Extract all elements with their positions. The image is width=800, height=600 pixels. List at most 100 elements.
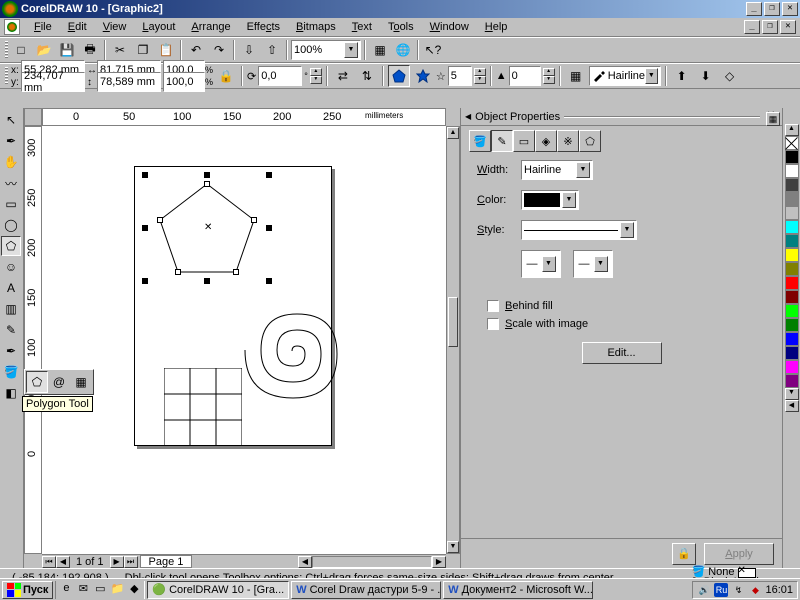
outline-tab[interactable]: ✎ [491,130,513,152]
last-page-button[interactable]: ⏭ [124,556,138,568]
start-arrow-select[interactable]: —▼ [521,250,561,278]
scroll-thumb[interactable] [448,297,458,347]
task-coreldraw[interactable]: 🟢CorelDRAW 10 - [Gra... [147,581,289,599]
hscroll-left[interactable]: ◀ [298,556,312,568]
copy-button[interactable]: ❐ [132,39,154,61]
undo-button[interactable]: ↶ [185,39,207,61]
start-button[interactable]: Пуск [2,581,53,599]
polygon-flyout-tool[interactable]: ⬠ [26,371,48,393]
color-swatch[interactable] [785,248,799,262]
horizontal-ruler[interactable]: 050100150200250millimeters [42,108,446,126]
lock-button[interactable]: 🔒 [672,543,696,565]
print-button[interactable]: 🖶 [79,39,101,61]
scroll-down-button[interactable]: ▼ [447,541,459,553]
color-swatch[interactable] [785,318,799,332]
fill-tab[interactable]: 🪣 [469,130,491,152]
rotation-input[interactable]: 0,0 [258,66,302,86]
menu-effects[interactable]: Effects [239,19,288,35]
next-page-button[interactable]: ▶ [110,556,124,568]
tray-app1-icon[interactable]: ↯ [731,583,745,597]
scale-y-input[interactable]: 100,0 [163,72,205,92]
polygon-tab[interactable]: ⬠ [579,130,601,152]
wrap-text-button[interactable]: ▦ [565,65,587,87]
graph-paper-flyout-tool[interactable]: ▦ [70,371,92,393]
color-swatch[interactable] [785,150,799,164]
scale-image-checkbox[interactable] [487,318,499,330]
color-swatch[interactable] [785,304,799,318]
outline-width-combo[interactable]: Hairline ▼ [589,66,661,86]
end-arrow-select[interactable]: —▼ [573,250,613,278]
color-swatch[interactable] [785,178,799,192]
y-position-input[interactable]: 234,707 mm [21,72,85,92]
explorer-icon[interactable]: 📁 [109,582,125,598]
menu-edit[interactable]: Edit [60,19,95,35]
general-tab[interactable]: ▭ [513,130,535,152]
sharpness-input[interactable]: 0 [509,66,541,86]
language-indicator[interactable]: Ru [714,583,728,597]
menu-arrange[interactable]: Arrange [183,19,238,35]
color-swatch[interactable] [785,192,799,206]
page-tab[interactable]: Page 1 [140,555,193,568]
menu-view[interactable]: View [95,19,135,35]
cut-button[interactable]: ✂ [109,39,131,61]
tray-app2-icon[interactable]: ◆ [748,583,762,597]
color-swatch[interactable] [785,276,799,290]
color-swatch[interactable] [785,360,799,374]
ruler-origin[interactable] [24,108,42,126]
horizontal-scrollbar[interactable] [312,556,432,568]
app-icon[interactable]: ◆ [126,582,142,598]
convert-curves-button[interactable]: ◇ [719,65,741,87]
rectangle-tool[interactable]: ▭ [1,194,21,214]
text-tool[interactable]: A [1,278,21,298]
eyedropper-tool[interactable]: ✎ [1,320,21,340]
color-swatch[interactable] [785,332,799,346]
detail-tab[interactable]: ◈ [535,130,557,152]
menu-tools[interactable]: Tools [380,19,422,35]
chevron-down-icon[interactable]: ▼ [645,68,658,84]
spiral-shape[interactable] [237,296,347,406]
outline-tool[interactable]: ✒ [1,341,21,361]
spin-up[interactable]: ▲ [310,68,322,76]
to-front-button[interactable]: ⬆ [671,65,693,87]
graph-paper-shape[interactable] [164,368,242,446]
spin-up[interactable]: ▲ [543,68,555,76]
toolbar-grip[interactable] [5,41,8,59]
new-button[interactable]: □ [10,39,32,61]
zoom-tool[interactable]: ✋ [1,152,21,172]
desktop-icon[interactable]: ▭ [92,582,108,598]
behind-fill-checkbox[interactable] [487,300,499,312]
color-swatch[interactable] [785,220,799,234]
minimize-button[interactable]: _ [746,2,762,16]
color-swatch[interactable] [785,262,799,276]
outline-width-select[interactable]: Hairline▼ [521,160,593,180]
color-swatch[interactable] [785,206,799,220]
whatsthis-button[interactable]: ↖? [422,39,444,61]
docker-arrow-icon[interactable]: ◀ [465,112,471,121]
internet-tab[interactable]: ※ [557,130,579,152]
vertical-ruler[interactable]: 300250200150100500 [24,126,42,554]
spin-up[interactable]: ▲ [474,68,486,76]
open-button[interactable]: 📂 [33,39,55,61]
import-button[interactable]: ⇩ [238,39,260,61]
mirror-v-button[interactable]: ⇅ [356,65,378,87]
apply-button[interactable]: Apply [704,543,774,565]
docker-side-tab[interactable]: ▦ [766,112,780,126]
freehand-tool[interactable]: 〰 [1,173,21,193]
color-swatch[interactable] [785,290,799,304]
hscroll-right[interactable]: ▶ [432,556,446,568]
lock-ratio-button[interactable]: 🔒 [215,65,237,87]
basic-shapes-tool[interactable]: ☺ [1,257,21,277]
height-input[interactable]: 78,589 mm [97,72,161,92]
star-shape-button[interactable] [412,65,434,87]
to-back-button[interactable]: ⬇ [695,65,717,87]
palette-down-button[interactable]: ▼ [785,388,799,400]
mdi-restore-button[interactable]: ❐ [762,20,778,34]
color-swatch[interactable] [785,346,799,360]
ellipse-tool[interactable]: ◯ [1,215,21,235]
shape-tool[interactable]: ✒ [1,131,21,151]
maximize-button[interactable]: ❐ [764,2,780,16]
vertical-scrollbar[interactable]: ▲ ▼ [446,126,460,554]
color-swatch[interactable] [785,234,799,248]
task-word2[interactable]: WДокумент2 - Microsoft W... [443,581,593,599]
first-page-button[interactable]: ⏮ [42,556,56,568]
